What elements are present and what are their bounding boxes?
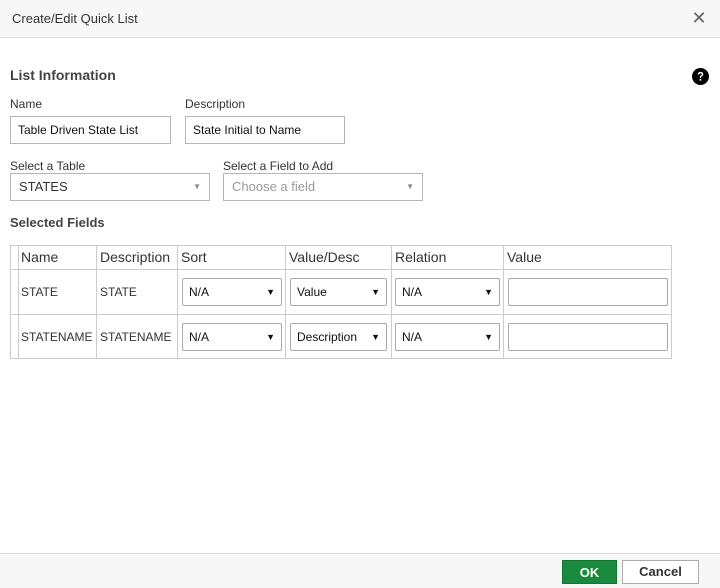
sort-select[interactable]: N/A ▼: [182, 323, 282, 351]
value-desc-select[interactable]: Value ▼: [290, 278, 387, 306]
field-select[interactable]: Choose a field ▼: [223, 173, 423, 201]
relation-select[interactable]: N/A ▼: [395, 278, 500, 306]
value-desc-select-value: Value: [297, 285, 327, 299]
sort-select-value: N/A: [189, 285, 210, 299]
dialog-footer: OK Cancel: [0, 553, 720, 588]
chevron-down-icon: ▼: [484, 332, 493, 342]
column-header-description: Description: [100, 249, 171, 265]
name-label: Name: [10, 97, 43, 111]
field-select-placeholder: Choose a field: [232, 179, 316, 194]
column-header-relation: Relation: [395, 249, 447, 265]
question-circle-icon[interactable]: [692, 68, 709, 85]
relation-select[interactable]: N/A ▼: [395, 323, 500, 351]
close-icon[interactable]: ✕: [690, 9, 708, 27]
column-header-sort: Sort: [181, 249, 207, 265]
value-input[interactable]: [508, 278, 668, 306]
row-description: STATENAME: [100, 330, 172, 344]
selected-fields-table: Name Description Sort Value/Desc Relatio…: [10, 245, 672, 359]
chevron-down-icon: ▼: [406, 182, 414, 191]
value-input[interactable]: [508, 323, 668, 351]
column-header-value-desc: Value/Desc: [289, 249, 360, 265]
column-header-name: Name: [21, 249, 59, 265]
chevron-down-icon: ▼: [371, 287, 380, 297]
dialog-titlebar: Create/Edit Quick List ✕: [0, 0, 720, 38]
table-row[interactable]: STATE STATE N/A ▼ Value ▼ N/A ▼: [11, 270, 671, 315]
row-name: STATE: [21, 285, 58, 299]
sort-select[interactable]: N/A ▼: [182, 278, 282, 306]
description-label: Description: [185, 97, 246, 111]
sort-select-value: N/A: [189, 330, 210, 344]
value-desc-select-value: Description: [297, 330, 358, 344]
ok-button[interactable]: OK: [562, 560, 617, 584]
list-information-heading: List Information: [10, 67, 116, 83]
chevron-down-icon: ▼: [193, 182, 201, 191]
table-row[interactable]: STATENAME STATENAME N/A ▼ Description ▼ …: [11, 315, 671, 359]
chevron-down-icon: ▼: [484, 287, 493, 297]
name-field[interactable]: Table Driven State List: [10, 116, 171, 144]
value-desc-select[interactable]: Description ▼: [290, 323, 387, 351]
cancel-button[interactable]: Cancel: [622, 560, 699, 584]
selected-fields-heading: Selected Fields: [10, 215, 105, 230]
table-select[interactable]: STATES ▼: [10, 173, 210, 201]
row-name: STATENAME: [21, 330, 93, 344]
dialog-title: Create/Edit Quick List: [12, 11, 138, 26]
chevron-down-icon: ▼: [266, 332, 275, 342]
row-description: STATE: [100, 285, 137, 299]
select-table-label: Select a Table: [10, 159, 86, 173]
relation-select-value: N/A: [402, 330, 423, 344]
chevron-down-icon: ▼: [371, 332, 380, 342]
chevron-down-icon: ▼: [266, 287, 275, 297]
select-field-label: Select a Field to Add: [223, 159, 334, 173]
column-header-value: Value: [507, 249, 542, 265]
description-field[interactable]: State Initial to Name: [185, 116, 345, 144]
table-select-value: STATES: [19, 179, 68, 194]
relation-select-value: N/A: [402, 285, 423, 299]
table-header: Name Description Sort Value/Desc Relatio…: [11, 246, 671, 270]
